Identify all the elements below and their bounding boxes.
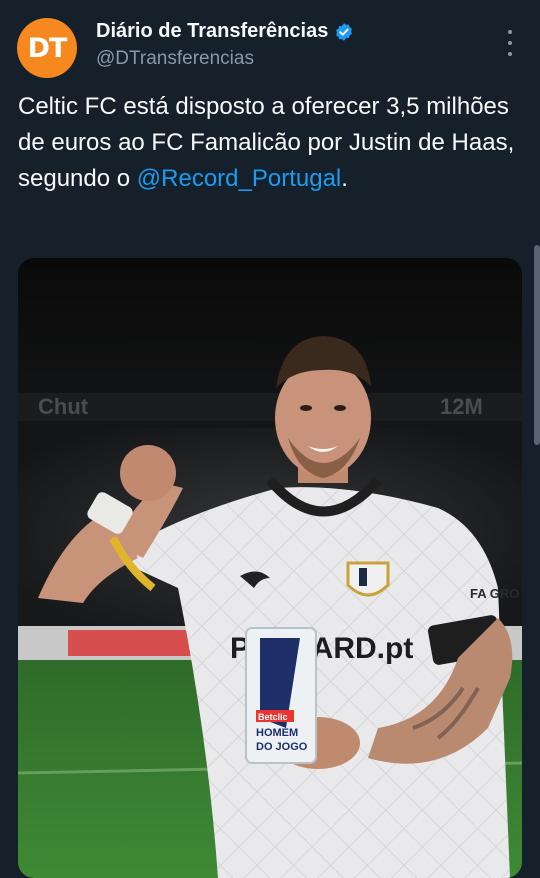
trophy: Betclic HOMEM DO JOGO <box>245 627 317 764</box>
avatar[interactable]: DT <box>17 18 77 78</box>
tweet-text: Celtic FC está disposto a oferecer 3,5 m… <box>18 89 518 197</box>
tweet-end: . <box>341 165 348 192</box>
svg-text:Chut: Chut <box>38 394 89 419</box>
svg-text:12M: 12M <box>440 394 483 419</box>
author-name-row: Diário de Transferências <box>96 20 354 43</box>
more-options-icon[interactable] <box>500 30 520 56</box>
verified-badge-icon <box>336 22 353 41</box>
shirt-text: FA GRO <box>470 586 519 601</box>
handle[interactable]: @DTransferencias <box>96 48 254 70</box>
scrollbar[interactable] <box>534 245 540 445</box>
trophy-text-1: HOMEM <box>256 727 298 739</box>
avatar-logo-text: DT <box>27 32 68 64</box>
tweet-photo[interactable]: Chut 12M PLACARD.pt FA GRO Betclic HOMEM… <box>18 258 522 878</box>
trophy-text-2: DO JOGO <box>256 741 308 753</box>
display-name[interactable]: Diário de Transferências <box>96 20 328 43</box>
player-photo: Chut 12M PLACARD.pt FA GRO Betclic HOMEM… <box>18 258 522 878</box>
mention-link[interactable]: @Record_Portugal <box>137 165 341 192</box>
trophy-brand: Betclic <box>258 712 288 722</box>
